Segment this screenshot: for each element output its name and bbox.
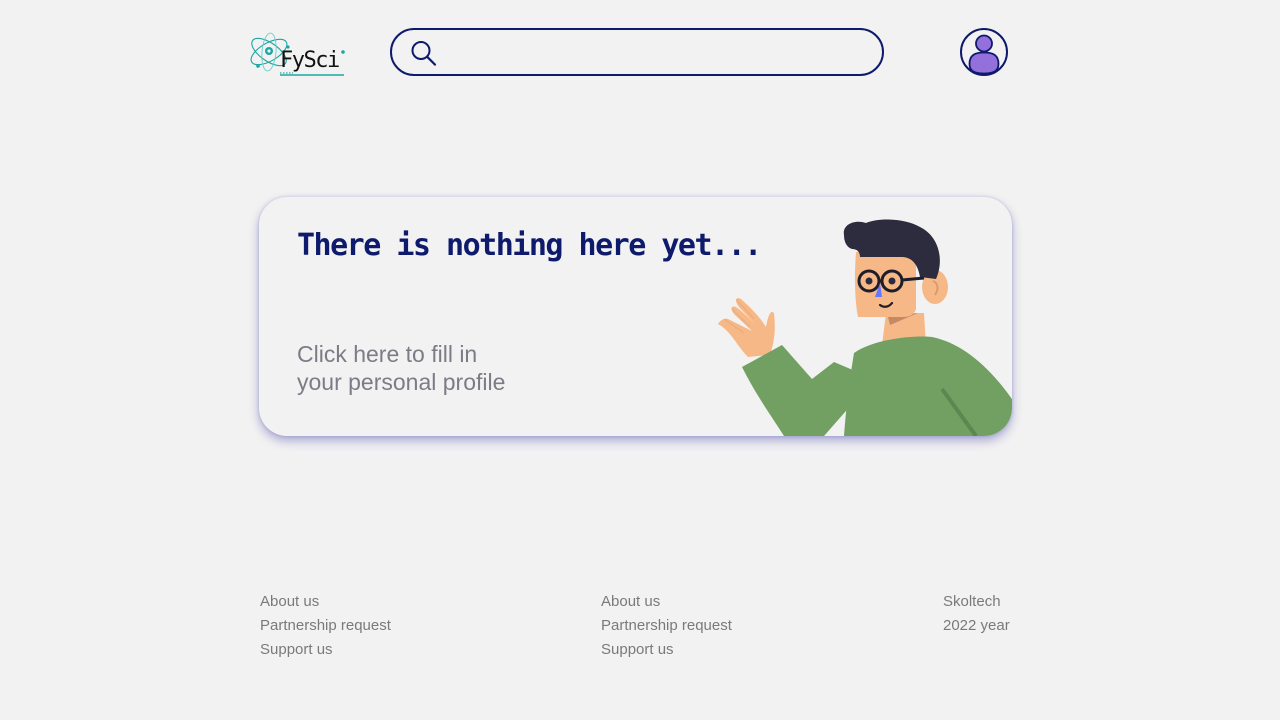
waving-person-illustration [718, 219, 1012, 436]
footer-link-support-us[interactable]: Support us [260, 639, 391, 663]
footer-year: 2022 year [943, 617, 1010, 634]
torso [844, 336, 1012, 436]
search-bar[interactable] [390, 28, 884, 76]
fill-profile-link[interactable]: Click here to fill in your personal prof… [297, 340, 577, 396]
logo-wordmark: FySci [280, 48, 340, 73]
empty-state-title: There is nothing here yet... [297, 228, 762, 263]
footer-column-2: About us Partnership request Support us [601, 591, 732, 663]
footer-link-partnership-request[interactable]: Partnership request [601, 615, 732, 639]
footer-link-support-us[interactable]: Support us [601, 639, 732, 663]
user-avatar-icon [960, 28, 1008, 76]
footer-column-1: About us Partnership request Support us [260, 591, 391, 663]
cta-line-1: Click here to fill in [297, 341, 478, 367]
cta-line-2: your personal profile [297, 369, 506, 395]
site-logo[interactable]: FySci [247, 28, 349, 78]
footer-link-partnership-request[interactable]: Partnership request [260, 615, 391, 639]
footer-organization: Skoltech [943, 593, 1001, 610]
profile-avatar-button[interactable] [960, 28, 1008, 76]
waving-hand [718, 298, 775, 357]
search-icon[interactable] [409, 39, 437, 67]
footer-link-about-us[interactable]: About us [601, 591, 732, 615]
footer-column-3: Skoltech 2022 year [943, 591, 1010, 639]
fill-profile-card[interactable]: There is nothing here yet... Click here … [259, 197, 1012, 436]
search-input[interactable] [450, 36, 864, 70]
footer-link-about-us[interactable]: About us [260, 591, 391, 615]
